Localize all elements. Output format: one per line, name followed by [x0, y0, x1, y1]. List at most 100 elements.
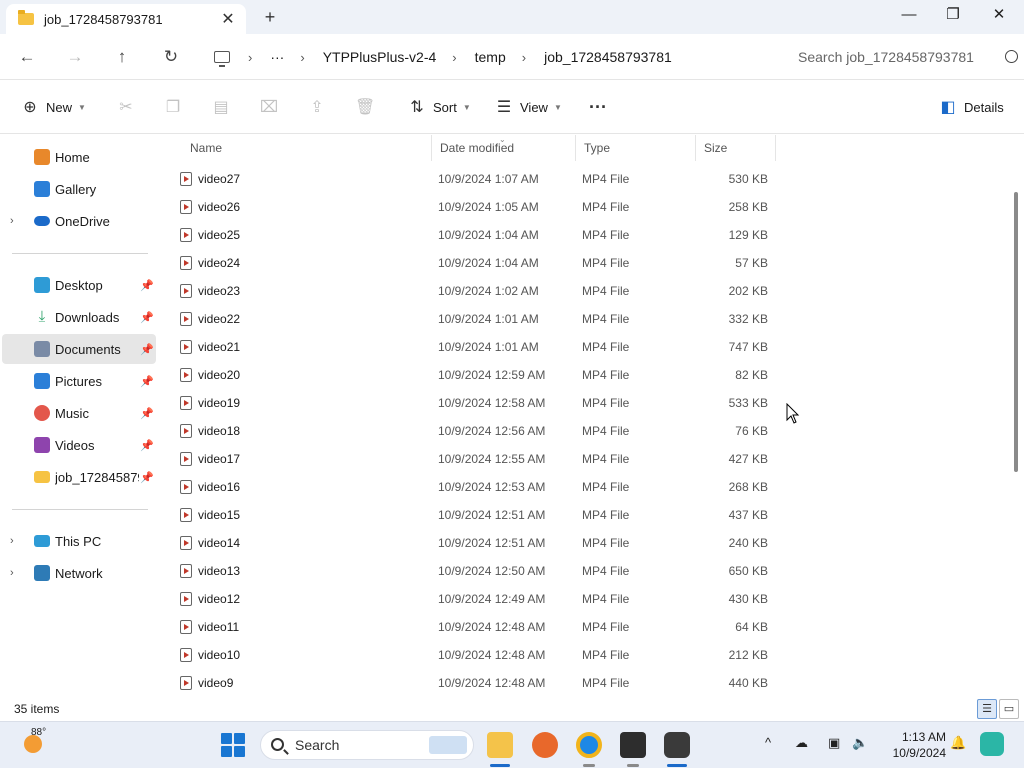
close-tab-button[interactable]: ✕ — [214, 9, 242, 29]
mouse-cursor-icon — [786, 403, 800, 424]
column-header-name[interactable]: Name — [182, 135, 432, 161]
minimize-button[interactable]: — — [886, 0, 932, 30]
sidebar-item-downloads[interactable]: ⤓ Downloads 📌 — [2, 302, 156, 332]
command-bar: ⊕ New ▼ ✂ ❐ ▤ ⌧ ⇪ 🗑 ⇅ Sort ▼ ☰ View ▼ ··… — [0, 80, 1024, 134]
vertical-scrollbar[interactable] — [1014, 192, 1018, 472]
breadcrumb-ytpplusplus[interactable]: YTPPlusPlus-v2-4 — [323, 49, 437, 65]
view-button[interactable]: ☰ View ▼ — [494, 92, 562, 122]
close-window-button[interactable]: ✕ — [976, 0, 1022, 30]
file-row[interactable]: video23 10/9/2024 1:02 AM MP4 File 202 KB — [175, 277, 775, 305]
pin-icon: 📌 — [140, 471, 154, 484]
rename-icon: ⌧ — [259, 99, 279, 116]
expand-chevron-icon[interactable]: › — [10, 215, 14, 227]
sidebar-item-desktop[interactable]: Desktop 📌 — [2, 270, 156, 300]
sidebar-item-home[interactable]: Home — [2, 142, 156, 172]
new-label: New — [46, 99, 73, 115]
terminal-taskbar-icon[interactable] — [620, 732, 646, 758]
firefox-taskbar-icon[interactable] — [532, 732, 558, 758]
new-tab-button[interactable]: + — [256, 4, 284, 30]
sidebar-item-documents[interactable]: Documents 📌 — [2, 334, 156, 364]
file-row[interactable]: video15 10/9/2024 12:51 AM MP4 File 437 KB — [175, 501, 775, 529]
file-name: video27 — [198, 172, 241, 186]
volume-icon[interactable]: 🔈 — [852, 735, 868, 751]
notifications-bell-icon[interactable]: 🔔 — [950, 735, 966, 751]
cloud-sync-icon[interactable]: ☁ — [795, 735, 808, 751]
column-header-date[interactable]: Date modified — [432, 135, 576, 161]
search-box[interactable]: Search job_1728458793781 — [782, 40, 1018, 74]
sidebar-item-this-pc[interactable]: › This PC — [2, 526, 156, 556]
file-row[interactable]: video13 10/9/2024 12:50 AM MP4 File 650 KB — [175, 557, 775, 585]
sidebar-item-job-folder[interactable]: job_1728458793781 📌 — [2, 462, 156, 492]
file-type: MP4 File — [582, 396, 630, 410]
file-date-modified: 10/9/2024 1:01 AM — [438, 340, 539, 354]
sidebar-item-gallery[interactable]: Gallery — [2, 174, 156, 204]
file-row[interactable]: video17 10/9/2024 12:55 AM MP4 File 427 KB — [175, 445, 775, 473]
cut-button[interactable]: ✂ — [116, 92, 136, 122]
sidebar-item-label: OneDrive — [55, 213, 110, 229]
network-status-icon[interactable]: ▣ — [828, 735, 840, 751]
breadcrumb-more-button[interactable]: ··· — [270, 49, 284, 65]
file-row[interactable]: video19 10/9/2024 12:58 AM MP4 File 533 KB — [175, 389, 775, 417]
up-button[interactable]: ↑ — [106, 42, 138, 72]
file-explorer-taskbar-icon[interactable] — [487, 732, 513, 758]
clock[interactable]: 1:13 AM 10/9/2024 — [880, 729, 946, 761]
sidebar-item-network[interactable]: › Network — [2, 558, 156, 588]
file-row[interactable]: video10 10/9/2024 12:48 AM MP4 File 212 KB — [175, 641, 775, 669]
breadcrumb-temp[interactable]: temp — [475, 49, 506, 65]
share-button[interactable]: ⇪ — [307, 92, 327, 122]
sidebar-item-label: Downloads — [55, 309, 120, 325]
file-row[interactable]: video9 10/9/2024 12:48 AM MP4 File 440 KB — [175, 669, 775, 697]
file-row[interactable]: video20 10/9/2024 12:59 AM MP4 File 82 KB — [175, 361, 775, 389]
show-hidden-icons-button[interactable]: ^ — [765, 735, 771, 750]
address-bar[interactable]: › ··· › YTPPlusPlus-v2-4 › temp › job_17… — [200, 40, 776, 74]
file-row[interactable]: video27 10/9/2024 1:07 AM MP4 File 530 KB — [175, 165, 775, 193]
delete-button[interactable]: 🗑 — [355, 92, 375, 122]
file-row[interactable]: video18 10/9/2024 12:56 AM MP4 File 76 KB — [175, 417, 775, 445]
column-header-size[interactable]: Size — [696, 135, 776, 161]
file-name: video18 — [198, 424, 241, 438]
tiles-view-button[interactable]: ▭ — [999, 699, 1019, 719]
forward-button[interactable]: → — [59, 42, 91, 72]
downloads-icon: ⤓ — [38, 308, 46, 325]
sidebar-item-videos[interactable]: Videos 📌 — [2, 430, 156, 460]
ytp-app-taskbar-icon[interactable] — [664, 732, 690, 758]
column-header-type[interactable]: Type — [576, 135, 696, 161]
file-row[interactable]: video16 10/9/2024 12:53 AM MP4 File 268 KB — [175, 473, 775, 501]
back-button[interactable]: ← — [11, 42, 43, 72]
start-button[interactable] — [221, 733, 245, 757]
file-size: 530 KB — [728, 172, 768, 186]
file-row[interactable]: video25 10/9/2024 1:04 AM MP4 File 129 KB — [175, 221, 775, 249]
search-placeholder: Search job_1728458793781 — [798, 49, 974, 65]
file-row[interactable]: video12 10/9/2024 12:49 AM MP4 File 430 KB — [175, 585, 775, 613]
file-row[interactable]: video11 10/9/2024 12:48 AM MP4 File 64 KB — [175, 613, 775, 641]
file-row[interactable]: video24 10/9/2024 1:04 AM MP4 File 57 KB — [175, 249, 775, 277]
explorer-tab[interactable]: job_1728458793781 ✕ — [6, 4, 246, 34]
maximize-button[interactable]: ❐ — [930, 0, 976, 30]
chrome-taskbar-icon[interactable] — [576, 732, 602, 758]
details-view-button[interactable]: ☰ — [977, 699, 997, 719]
rename-button[interactable]: ⌧ — [259, 92, 279, 122]
sidebar-item-music[interactable]: Music 📌 — [2, 398, 156, 428]
file-row[interactable]: video21 10/9/2024 1:01 AM MP4 File 747 KB — [175, 333, 775, 361]
details-button[interactable]: ◧ Details — [938, 92, 1003, 122]
sort-button[interactable]: ⇅ Sort ▼ — [407, 92, 470, 122]
sidebar-item-onedrive[interactable]: › OneDrive — [2, 206, 156, 236]
see-more-button[interactable]: ··· — [588, 92, 608, 122]
video-file-icon — [180, 480, 192, 494]
file-row[interactable]: video22 10/9/2024 1:01 AM MP4 File 332 KB — [175, 305, 775, 333]
file-row[interactable]: video14 10/9/2024 12:51 AM MP4 File 240 KB — [175, 529, 775, 557]
sidebar-item-pictures[interactable]: Pictures 📌 — [2, 366, 156, 396]
file-name: video19 — [198, 396, 241, 410]
file-row[interactable]: video26 10/9/2024 1:05 AM MP4 File 258 KB — [175, 193, 775, 221]
file-name: video13 — [198, 564, 241, 578]
copilot-icon[interactable] — [980, 732, 1004, 756]
paste-button[interactable]: ▤ — [211, 92, 231, 122]
breadcrumb-job[interactable]: job_1728458793781 — [544, 49, 672, 65]
expand-chevron-icon[interactable]: › — [10, 567, 14, 579]
copy-button[interactable]: ❐ — [163, 92, 183, 122]
taskbar-search[interactable]: Search — [260, 730, 474, 760]
refresh-button[interactable]: ↻ — [155, 42, 187, 72]
new-button[interactable]: ⊕ New ▼ — [20, 92, 86, 122]
expand-chevron-icon[interactable]: › — [10, 535, 14, 547]
scissors-icon: ✂ — [119, 99, 133, 116]
